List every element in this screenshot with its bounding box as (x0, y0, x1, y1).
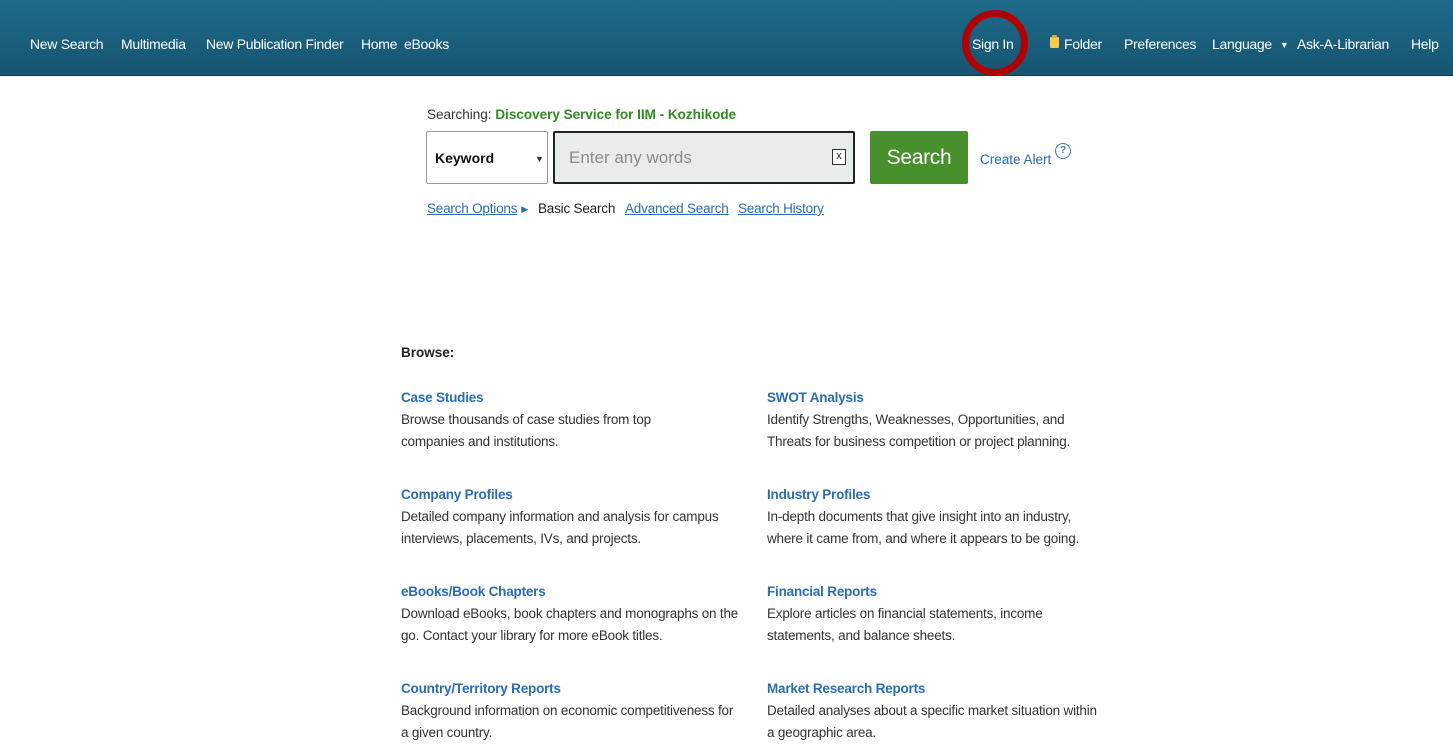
search-options-label: Search Options (427, 201, 518, 216)
dropdown-arrow-icon: ▼ (535, 154, 544, 164)
nav-ask-a-librarian[interactable]: Ask-A-Librarian (1297, 36, 1389, 52)
browse-item: eBooks/Book Chapters Download eBooks, bo… (401, 583, 761, 647)
browse-item: Country/Territory Reports Background inf… (401, 680, 761, 744)
browse-item-title[interactable]: eBooks/Book Chapters (401, 584, 546, 599)
browse-item-description: Detailed company information and analysi… (401, 509, 719, 546)
nav-new-search[interactable]: New Search (30, 36, 104, 52)
browse-item-title[interactable]: Market Research Reports (767, 681, 925, 696)
browse-item: Market Research Reports Detailed analyse… (767, 680, 1127, 744)
search-input[interactable] (567, 145, 821, 171)
browse-item-title[interactable]: Industry Profiles (767, 487, 870, 502)
browse-item: SWOT Analysis Identify Strengths, Weakne… (767, 389, 1127, 453)
folder-icon (1050, 35, 1059, 48)
search-field-value: Keyword (435, 150, 495, 166)
nav-language-dropdown[interactable]: Language ▼ (1212, 36, 1289, 52)
browse-item-description: Explore articles on financial statements… (767, 606, 1043, 643)
searching-label: Searching: Discovery Service for IIM - K… (427, 107, 736, 122)
nav-sign-in[interactable]: Sign In (972, 36, 1014, 52)
browse-item-description: Background information on economic compe… (401, 703, 734, 740)
nav-multimedia[interactable]: Multimedia (121, 36, 186, 52)
nav-new-publication-finder[interactable]: New Publication Finder (206, 36, 344, 52)
nav-preferences[interactable]: Preferences (1124, 36, 1196, 52)
browse-item-description: Identify Strengths, Weaknesses, Opportun… (767, 412, 1071, 449)
nav-folder[interactable]: Folder (1064, 36, 1102, 52)
browse-item-description: Browse thousands of case studies from to… (401, 412, 651, 449)
nav-help[interactable]: Help (1411, 36, 1439, 52)
search-field-select[interactable]: Keyword ▼ (426, 131, 548, 184)
browse-item: Industry Profiles In-depth documents tha… (767, 486, 1127, 550)
browse-item-description: Detailed analyses about a specific marke… (767, 703, 1097, 740)
browse-item-description: In-depth documents that give insight int… (767, 509, 1080, 546)
browse-item-title[interactable]: Company Profiles (401, 487, 513, 502)
browse-item: Company Profiles Detailed company inform… (401, 486, 761, 550)
search-options-link[interactable]: Search Options ▶ (427, 201, 528, 216)
browse-heading: Browse: (401, 345, 455, 360)
top-navigation-bar: New Search Multimedia New Publication Fi… (0, 0, 1453, 76)
browse-item-title[interactable]: Country/Territory Reports (401, 681, 561, 696)
language-label: Language (1212, 36, 1272, 52)
nav-ebooks[interactable]: eBooks (404, 36, 449, 52)
advanced-search-link[interactable]: Advanced Search (625, 201, 729, 216)
browse-item: Case Studies Browse thousands of case st… (401, 389, 761, 453)
create-alert-link[interactable]: Create Alert (980, 152, 1051, 167)
clear-search-button[interactable]: x (832, 149, 846, 165)
browse-item-title[interactable]: SWOT Analysis (767, 390, 864, 405)
database-name: Discovery Service for IIM - Kozhikode (495, 107, 737, 122)
search-button[interactable]: Search (870, 131, 968, 184)
search-input-box: x (553, 131, 855, 184)
browse-item-title[interactable]: Case Studies (401, 390, 484, 405)
help-icon[interactable]: ? (1055, 143, 1071, 159)
browse-item-description: Download eBooks, book chapters and monog… (401, 606, 739, 643)
caret-down-icon: ▼ (1279, 40, 1289, 50)
browse-item: Financial Reports Explore articles on fi… (767, 583, 1127, 647)
triangle-right-icon: ▶ (521, 204, 528, 214)
searching-prefix: Searching: (427, 107, 492, 122)
browse-item-title[interactable]: Financial Reports (767, 584, 877, 599)
basic-search-label: Basic Search (538, 201, 616, 216)
nav-home[interactable]: Home (361, 36, 397, 52)
search-history-link[interactable]: Search History (738, 201, 824, 216)
